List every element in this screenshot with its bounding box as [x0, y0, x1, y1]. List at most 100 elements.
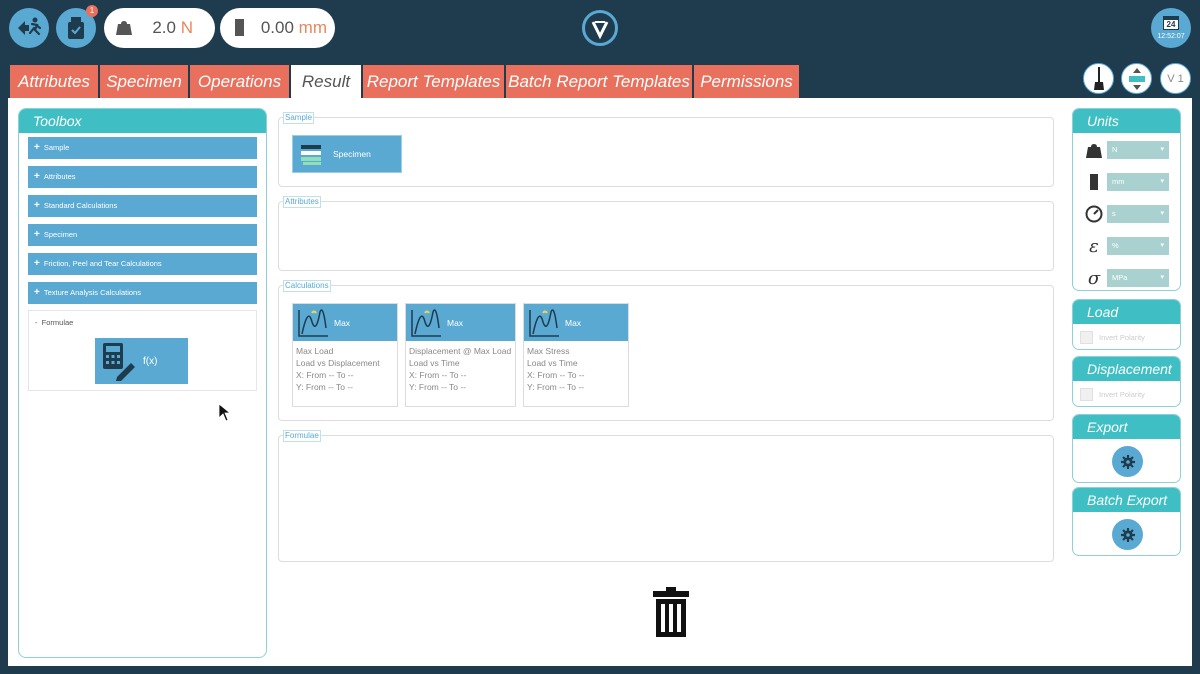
unit-row-stress: σ MPa — [1083, 267, 1173, 289]
gear-icon — [1120, 454, 1135, 469]
strain-icon: ε — [1089, 235, 1099, 257]
load-unit: N — [180, 18, 193, 37]
peak-graph-icon — [298, 308, 328, 337]
version-button[interactable]: V 1 — [1160, 63, 1191, 94]
export-settings-button[interactable] — [1112, 446, 1143, 477]
specimen-tile[interactable]: Specimen — [292, 135, 402, 173]
toolbox-item-sample[interactable]: + Sample — [28, 137, 257, 159]
toolbox-item-friction-peel-tear[interactable]: + Friction, Peel and Tear Calculations — [28, 253, 257, 275]
calc-card-displacement-at-max-load[interactable]: Max Displacement @ Max Load Load vs Time… — [405, 303, 516, 407]
toolbox-item-standard-calculations[interactable]: + Standard Calculations — [28, 195, 257, 217]
plus-icon: + — [34, 229, 40, 240]
batch-export-settings-button[interactable] — [1112, 519, 1143, 550]
sample-panel: Sample Specimen — [278, 112, 1054, 187]
calc-y-range: Y: From -- To -- — [409, 382, 466, 392]
tab-report-templates[interactable]: Report Templates — [363, 65, 504, 98]
plus-icon: + — [34, 200, 40, 211]
export-title: Export — [1073, 415, 1180, 439]
calc-y-range: Y: From -- To -- — [296, 382, 353, 392]
displacement-icon — [235, 19, 244, 36]
mouse-cursor-icon — [219, 404, 231, 422]
export-panel: Export — [1072, 414, 1181, 483]
batch-export-panel: Batch Export — [1072, 487, 1181, 556]
trash-icon — [653, 587, 689, 637]
trash-drop-target[interactable] — [653, 587, 689, 642]
displacement-icon — [1083, 171, 1105, 193]
toolbox-item-specimen[interactable]: + Specimen — [28, 224, 257, 246]
load-invert-checkbox[interactable] — [1080, 331, 1093, 344]
calc-card-max-stress[interactable]: Max Max Stress Load vs Time X: From -- T… — [523, 303, 629, 407]
unit-row-time: s — [1083, 203, 1173, 225]
time-unit-select[interactable]: s — [1107, 205, 1169, 223]
tab-specimen[interactable]: Specimen — [100, 65, 188, 98]
weight-icon — [1083, 139, 1105, 161]
displacement-value: 0.00 — [260, 18, 294, 37]
calc-head-label: Max — [334, 317, 351, 328]
units-panel: Units N mm s ε % σ MPa — [1072, 108, 1181, 291]
plus-icon: + — [34, 287, 40, 298]
displacement-invert-checkbox[interactable] — [1080, 388, 1093, 401]
calculations-panel-label: Calculations — [283, 280, 331, 292]
calc-x-range: X: From -- To -- — [527, 370, 585, 380]
stress-unit-select[interactable]: MPa — [1107, 269, 1169, 287]
plus-icon: + — [34, 258, 40, 269]
load-invert-label: Invert Polarity — [1099, 333, 1145, 342]
usb-device-button[interactable]: 1 — [56, 5, 98, 48]
displacement-unit: mm — [298, 18, 327, 37]
stress-icon: σ — [1087, 267, 1101, 289]
calc-head-label: Max — [447, 317, 464, 328]
toolbox-panel: Toolbox + Sample + Attributes + Standard Ca… — [18, 108, 267, 658]
calc-title: Displacement @ Max Load — [409, 346, 512, 356]
tab-result[interactable]: Result — [291, 65, 361, 98]
brand-logo — [582, 10, 618, 46]
exit-button[interactable] — [9, 8, 49, 48]
tab-strip: Attributes Specimen Operations Result Re… — [8, 55, 1192, 98]
weight-icon — [116, 21, 132, 35]
plus-icon: + — [34, 171, 40, 182]
tab-batch-report-templates[interactable]: Batch Report Templates — [506, 65, 692, 98]
tab-operations[interactable]: Operations — [190, 65, 289, 98]
sample-panel-label: Sample — [283, 112, 315, 124]
displacement-invert-label: Invert Polarity — [1099, 390, 1145, 399]
attributes-panel-label: Attributes — [283, 196, 321, 208]
load-value: 2.0 — [152, 18, 176, 37]
calc-y-range: Y: From -- To -- — [527, 382, 584, 392]
fit-height-button[interactable] — [1121, 63, 1152, 94]
calc-card-max-load[interactable]: Max Max Load Load vs Displacement X: Fro… — [292, 303, 398, 407]
strain-unit-select[interactable]: % — [1107, 237, 1169, 255]
toolbox-formulae-section: - Formulae f(x) — [28, 310, 257, 391]
toolbox-item-attributes[interactable]: + Attributes — [28, 166, 257, 188]
calculations-panel: Calculations Max Max Load Load vs Displa… — [278, 280, 1054, 421]
calculator-pencil-icon — [103, 343, 135, 381]
displacement-unit-select[interactable]: mm — [1107, 173, 1169, 191]
load-unit-select[interactable]: N — [1107, 141, 1169, 159]
plus-icon: + — [34, 142, 40, 153]
specimen-tile-label: Specimen — [333, 149, 371, 159]
tab-permissions[interactable]: Permissions — [694, 65, 799, 98]
calc-subtitle: Load vs Displacement — [296, 358, 380, 368]
formula-tile[interactable]: f(x) — [95, 338, 188, 384]
peak-graph-icon — [529, 308, 559, 337]
broom-icon — [1093, 66, 1104, 90]
exit-runner-icon — [18, 17, 42, 36]
specimen-stack-icon — [301, 145, 321, 165]
minus-icon[interactable]: - — [35, 318, 38, 327]
load-panel: Load Invert Polarity — [1072, 299, 1181, 350]
formulae-label: Formulae — [41, 318, 74, 327]
gear-icon — [1120, 527, 1135, 542]
batch-export-title: Batch Export — [1073, 488, 1180, 512]
tab-attributes[interactable]: Attributes — [10, 65, 98, 98]
calc-subtitle: Load vs Time — [527, 358, 578, 368]
clock-icon — [1083, 203, 1105, 225]
unit-row-load: N — [1083, 139, 1173, 161]
notification-badge: 1 — [86, 5, 98, 17]
toolbox-item-texture-analysis[interactable]: + Texture Analysis Calculations — [28, 282, 257, 304]
calc-head-label: Max — [565, 317, 582, 328]
calc-x-range: X: From -- To -- — [296, 370, 354, 380]
broom-button[interactable] — [1083, 63, 1114, 94]
toolbox-title: Toolbox — [19, 109, 266, 133]
calc-subtitle: Load vs Time — [409, 358, 460, 368]
formulae-panel: Formulae — [278, 430, 1054, 562]
logo-v-icon — [591, 21, 609, 40]
calendar-clock-button[interactable]: 24 12:52:07 — [1151, 8, 1191, 48]
